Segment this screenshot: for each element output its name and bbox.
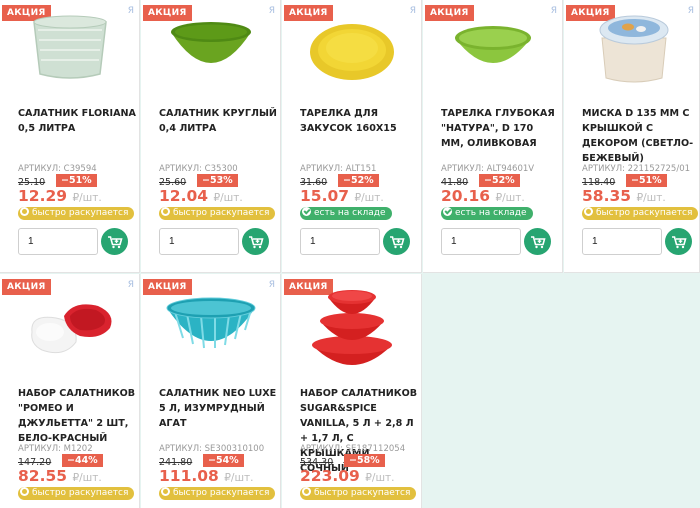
ya-mark: Я: [268, 6, 275, 16]
check-icon: [443, 207, 452, 216]
discount-badge: −52%: [338, 174, 379, 187]
add-to-cart-button[interactable]: [383, 228, 410, 255]
product-sku: АРТИКУЛ: ALT151: [300, 164, 377, 174]
clock-icon: [161, 487, 170, 496]
product-card[interactable]: АКЦИЯ Я САЛАТНИК КРУГЛЫЙ 0,4 ЛИТРА АРТИК…: [141, 0, 281, 273]
quantity-input[interactable]: [18, 228, 98, 255]
square-bowl-image[interactable]: [20, 8, 120, 86]
price: 223.09 ₽/шт.: [300, 467, 395, 485]
discount-badge: −54%: [203, 454, 244, 467]
product-card[interactable]: АКЦИЯ НАБОР САЛАТНИКОВ SUGAR&SPICE VANIL…: [282, 274, 422, 508]
product-sku: АРТИКУЛ: SE187112054: [300, 444, 406, 454]
price: 12.29 ₽/шт.: [18, 187, 102, 205]
clock-icon: [161, 207, 170, 216]
add-to-cart-button[interactable]: [665, 228, 692, 255]
product-card[interactable]: АКЦИЯ Я НАБОР САЛАТНИКОВ "РОМЕО И ДЖУЛЬЕ…: [0, 274, 140, 508]
clock-icon: [584, 207, 593, 216]
clock-icon: [20, 207, 29, 216]
product-card[interactable]: АКЦИЯ Я ТАРЕЛКА ДЛЯ ЗАКУСОК 160Х15 АРТИК…: [282, 0, 422, 273]
cart-plus-icon: [248, 235, 264, 248]
discount-badge: −52%: [479, 174, 520, 187]
availability-badge: быстро раскупается: [159, 207, 276, 220]
ya-mark: Я: [268, 280, 275, 290]
cart-plus-icon: [530, 235, 546, 248]
availability-badge: быстро раскупается: [159, 487, 276, 500]
availability-badge: быстро раскупается: [300, 487, 417, 500]
product-card[interactable]: АКЦИЯ Я САЛАТНИК NEO LUXE 5 Л, ИЗУМРУДНЫ…: [141, 274, 281, 508]
quantity-input[interactable]: [582, 228, 662, 255]
clock-icon: [20, 487, 29, 496]
add-to-cart-button[interactable]: [524, 228, 551, 255]
add-to-cart-button[interactable]: [242, 228, 269, 255]
check-icon: [302, 207, 311, 216]
discount-badge: −53%: [197, 174, 238, 187]
product-title[interactable]: ТАРЕЛКА ГЛУБОКАЯ "НАТУРА", D 170 ММ, ОЛИ…: [441, 106, 559, 151]
price: 82.55 ₽/шт.: [18, 467, 102, 485]
green-bowl-image[interactable]: [161, 8, 261, 86]
product-title[interactable]: МИСКА D 135 ММ С КРЫШКОЙ С ДЕКОРОМ (СВЕТ…: [582, 106, 700, 166]
availability-badge: есть на складе: [300, 207, 392, 220]
product-sku: АРТИКУЛ: C39594: [18, 164, 97, 174]
product-title[interactable]: САЛАТНИК FLORIANA 0,5 ЛИТРА: [18, 106, 136, 136]
product-card[interactable]: АКЦИЯ Я ТАРЕЛКА ГЛУБОКАЯ "НАТУРА", D 170…: [423, 0, 563, 273]
quantity-input[interactable]: [441, 228, 521, 255]
cart-plus-icon: [671, 235, 687, 248]
discount-badge: −44%: [62, 454, 103, 467]
quantity-input[interactable]: [159, 228, 239, 255]
cart-plus-icon: [389, 235, 405, 248]
heart-bowls-image[interactable]: [20, 282, 120, 360]
add-to-cart-button[interactable]: [101, 228, 128, 255]
ya-mark: Я: [687, 6, 694, 16]
product-card[interactable]: АКЦИЯ Я САЛАТНИК FLORIANA 0,5 ЛИТРА АРТИ…: [0, 0, 140, 273]
availability-badge: быстро раскупается: [582, 207, 699, 220]
product-sku: АРТИКУЛ: ALT94601V: [441, 164, 535, 174]
product-title[interactable]: САЛАТНИК NEO LUXE 5 Л, ИЗУМРУДНЫЙ АГАТ: [159, 386, 277, 431]
price: 15.07 ₽/шт.: [300, 187, 384, 205]
red-bowls-image[interactable]: [302, 280, 402, 376]
lidded-bowl-image[interactable]: [584, 8, 684, 86]
teal-bowl-image[interactable]: [161, 282, 261, 360]
availability-badge: быстро раскупается: [18, 487, 135, 500]
price: 58.35 ₽/шт.: [582, 187, 666, 205]
cart-plus-icon: [107, 235, 123, 248]
product-card[interactable]: АКЦИЯ Я МИСКА D 135 ММ С КРЫШКОЙ С ДЕКОР…: [564, 0, 700, 273]
product-title[interactable]: САЛАТНИК КРУГЛЫЙ 0,4 ЛИТРА: [159, 106, 277, 136]
price: 111.08 ₽/шт.: [159, 467, 254, 485]
ya-mark: Я: [127, 280, 134, 290]
discount-badge: −51%: [626, 174, 667, 187]
ya-mark: Я: [550, 6, 557, 16]
discount-badge: −58%: [344, 454, 385, 467]
product-grid: АКЦИЯ Я САЛАТНИК FLORIANA 0,5 ЛИТРА АРТИ…: [0, 0, 700, 508]
product-sku: АРТИКУЛ: SE300310100: [159, 444, 265, 454]
price: 20.16 ₽/шт.: [441, 187, 525, 205]
clock-icon: [302, 487, 311, 496]
product-sku: АРТИКУЛ: M1202: [18, 444, 93, 454]
product-sku: АРТИКУЛ: 221152725/01: [582, 164, 691, 174]
discount-badge: −51%: [56, 174, 97, 187]
availability-badge: быстро раскупается: [18, 207, 135, 220]
product-title[interactable]: НАБОР САЛАТНИКОВ "РОМЕО И ДЖУЛЬЕТТА" 2 Ш…: [18, 386, 136, 446]
yellow-plate-image[interactable]: [302, 8, 402, 86]
price: 12.04 ₽/шт.: [159, 187, 243, 205]
product-sku: АРТИКУЛ: C35300: [159, 164, 238, 174]
quantity-input[interactable]: [300, 228, 380, 255]
olive-bowl-image[interactable]: [443, 8, 543, 86]
product-title[interactable]: ТАРЕЛКА ДЛЯ ЗАКУСОК 160Х15: [300, 106, 418, 136]
availability-badge: есть на складе: [441, 207, 533, 220]
ya-mark: Я: [409, 6, 416, 16]
ya-mark: Я: [127, 6, 134, 16]
